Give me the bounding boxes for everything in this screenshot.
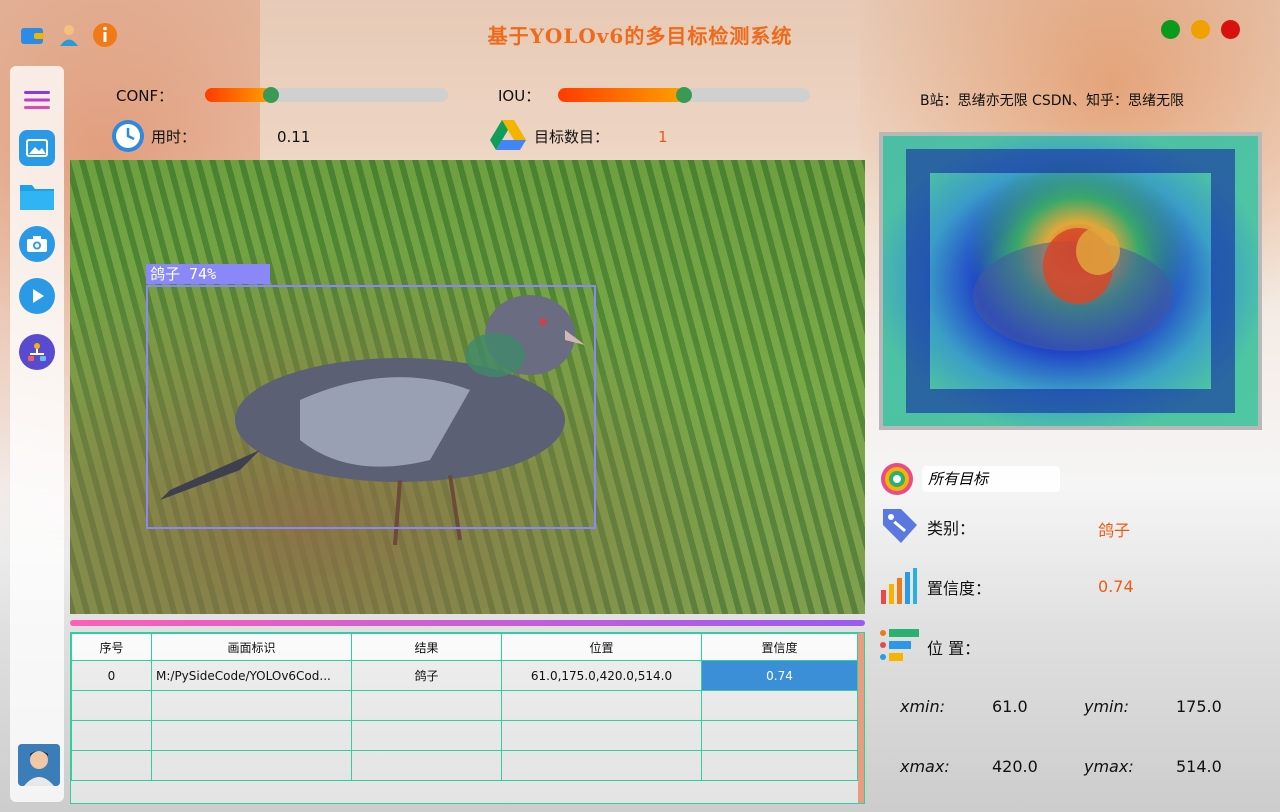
camera-icon[interactable]: [19, 226, 55, 262]
col-header-result[interactable]: 结果: [351, 633, 502, 661]
class-value: 鸽子: [1098, 521, 1131, 540]
xmax-value: 420.0: [992, 757, 1038, 776]
drive-icon: [490, 118, 526, 156]
detection-label: 鸽子 74%: [146, 264, 270, 284]
xmin-value: 61.0: [992, 697, 1028, 716]
author-note: B站：思绪亦无限 CSDN、知乎：思绪无限: [920, 93, 1184, 109]
minimize-button[interactable]: [1161, 20, 1180, 39]
position-label: 位 置：: [927, 639, 981, 658]
play-icon[interactable]: [19, 278, 55, 314]
clock-icon: [110, 118, 146, 158]
empty-cell[interactable]: [701, 750, 858, 781]
heatmap-frame: [879, 132, 1262, 430]
col-header-index[interactable]: 序号: [71, 633, 152, 661]
iou-slider[interactable]: [558, 87, 810, 103]
table-row-empty[interactable]: [71, 690, 858, 721]
ymin-label: ymin:: [1084, 697, 1130, 716]
cell-confidence[interactable]: 0.74: [701, 660, 858, 691]
conf-slider[interactable]: [205, 87, 448, 103]
window-controls: [1161, 20, 1240, 39]
empty-cell[interactable]: [351, 690, 502, 721]
target-filter-select[interactable]: 所有目标: [922, 466, 1060, 492]
confidence-value: 0.74: [1098, 577, 1134, 596]
results-table: 序号 画面标识 结果 位置 置信度 0 M:/PySideCode/YOLOv6…: [70, 632, 865, 804]
empty-cell[interactable]: [351, 720, 502, 751]
empty-cell[interactable]: [71, 720, 152, 751]
confidence-label: 置信度：: [927, 579, 992, 598]
time-value: 0.11: [277, 128, 311, 146]
col-header-source[interactable]: 画面标识: [151, 633, 352, 661]
table-scrollbar[interactable]: [858, 633, 864, 803]
progress-bar: [70, 620, 865, 626]
bar-chart-icon: [879, 566, 919, 610]
detection-image: 鸽子 74%: [70, 160, 865, 614]
table-header-row: 序号 画面标识 结果 位置 置信度: [71, 633, 858, 661]
sidebar: [10, 66, 64, 802]
iou-label: IOU：: [498, 87, 541, 105]
table-row-empty[interactable]: [71, 720, 858, 751]
maximize-button[interactable]: [1191, 20, 1210, 39]
empty-cell[interactable]: [701, 720, 858, 751]
col-header-position[interactable]: 位置: [501, 633, 702, 661]
empty-cell[interactable]: [71, 690, 152, 721]
empty-cell[interactable]: [151, 720, 352, 751]
close-button[interactable]: [1221, 20, 1240, 39]
avatar[interactable]: [18, 744, 60, 786]
xmax-label: xmax:: [900, 757, 950, 776]
empty-cell[interactable]: [151, 750, 352, 781]
ymin-value: 175.0: [1176, 697, 1222, 716]
conf-label: CONF：: [116, 87, 174, 105]
tag-icon: [879, 505, 921, 551]
col-header-confidence[interactable]: 置信度: [701, 633, 858, 661]
cell-position[interactable]: 61.0,175.0,420.0,514.0: [501, 660, 702, 691]
menu-icon[interactable]: [19, 82, 55, 118]
class-label: 类别：: [927, 519, 976, 538]
app-title: 基于YOLOv6的多目标检测系统: [487, 24, 793, 48]
conf-slider-fill: [205, 88, 271, 102]
count-label: 目标数目：: [534, 128, 610, 146]
cell-result[interactable]: 鸽子: [351, 660, 502, 691]
image-icon[interactable]: [19, 130, 55, 166]
heatmap-image: [883, 136, 1258, 426]
time-label: 用时：: [151, 128, 197, 146]
empty-cell[interactable]: [151, 690, 352, 721]
xmin-label: xmin:: [900, 697, 946, 716]
cell-index[interactable]: 0: [71, 660, 152, 691]
empty-cell[interactable]: [71, 750, 152, 781]
empty-cell[interactable]: [501, 690, 702, 721]
empty-cell[interactable]: [501, 750, 702, 781]
iou-slider-fill: [558, 88, 684, 102]
empty-cell[interactable]: [701, 690, 858, 721]
empty-cell[interactable]: [351, 750, 502, 781]
cell-source[interactable]: M:/PySideCode/YOLOv6Cod...: [151, 660, 352, 691]
ymax-label: ymax:: [1084, 757, 1134, 776]
conf-slider-handle[interactable]: [262, 87, 279, 103]
folder-icon[interactable]: [19, 178, 55, 214]
target-icon: [879, 462, 915, 500]
position-icon: [879, 627, 921, 671]
iou-slider-handle[interactable]: [676, 87, 692, 103]
table-row-empty[interactable]: [71, 750, 858, 781]
empty-cell[interactable]: [501, 720, 702, 751]
model-icon[interactable]: [19, 334, 55, 370]
table-row[interactable]: 0 M:/PySideCode/YOLOv6Cod... 鸽子 61.0,175…: [71, 660, 858, 691]
detection-box: [146, 285, 596, 529]
count-value: 1: [658, 128, 668, 146]
ymax-value: 514.0: [1176, 757, 1222, 776]
